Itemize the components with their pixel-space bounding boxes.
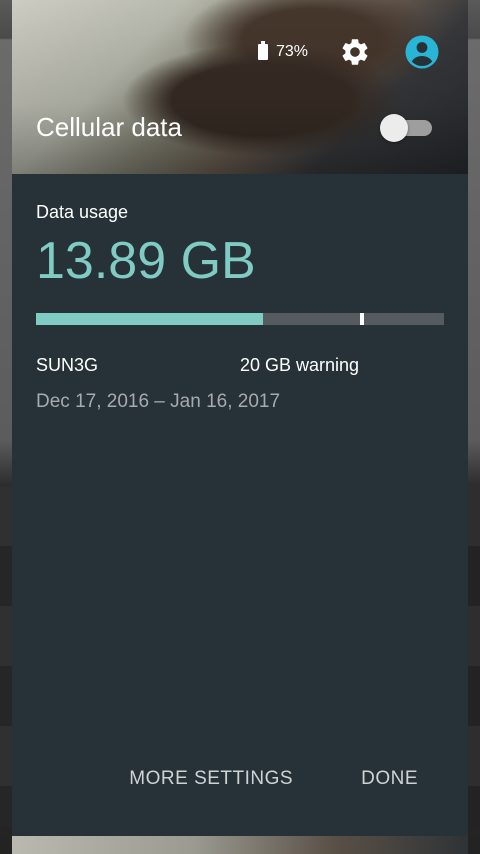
more-settings-button[interactable]: MORE SETTINGS xyxy=(129,768,293,790)
settings-button[interactable] xyxy=(338,35,372,69)
data-usage-bar xyxy=(36,313,444,325)
title-row: Cellular data xyxy=(36,112,434,143)
background-app-edge-left xyxy=(0,486,12,826)
header-wallpaper-shade xyxy=(12,0,468,174)
account-circle-icon xyxy=(405,35,439,69)
data-usage-section: Data usage 13.89 GB SUN3G 20 GB warning … xyxy=(36,174,444,413)
panel-title: Cellular data xyxy=(36,112,182,142)
status-row: 73% xyxy=(257,34,440,70)
data-usage-bar-fill xyxy=(36,313,263,325)
toggle-thumb xyxy=(380,113,408,142)
battery-percentage: 73% xyxy=(275,43,308,60)
gear-icon xyxy=(342,39,368,65)
quick-settings-detail-panel: 73% Cellular data Data usage 13.89 GB SU… xyxy=(12,0,468,836)
billing-period: Dec 17, 2016 – Jan 16, 2017 xyxy=(36,391,281,412)
warning-threshold-marker xyxy=(360,313,364,325)
data-usage-amount: 13.89 GB xyxy=(36,232,256,290)
account-button[interactable] xyxy=(404,34,440,70)
done-button[interactable]: DONE xyxy=(361,768,418,790)
background-app-edge-right xyxy=(468,486,480,826)
data-usage-label: Data usage xyxy=(36,202,129,222)
panel-header: 73% Cellular data xyxy=(12,0,468,174)
cellular-data-toggle[interactable] xyxy=(380,113,434,142)
battery-indicator: 73% xyxy=(257,41,308,61)
warning-limit: 20 GB warning xyxy=(240,355,360,375)
carrier-name: SUN3G xyxy=(36,355,99,375)
background-app-bottom-edge xyxy=(12,836,468,854)
battery-icon xyxy=(257,41,268,60)
panel-actions: MORE SETTINGS DONE xyxy=(129,768,418,790)
usage-info-row: SUN3G 20 GB warning xyxy=(36,355,444,379)
